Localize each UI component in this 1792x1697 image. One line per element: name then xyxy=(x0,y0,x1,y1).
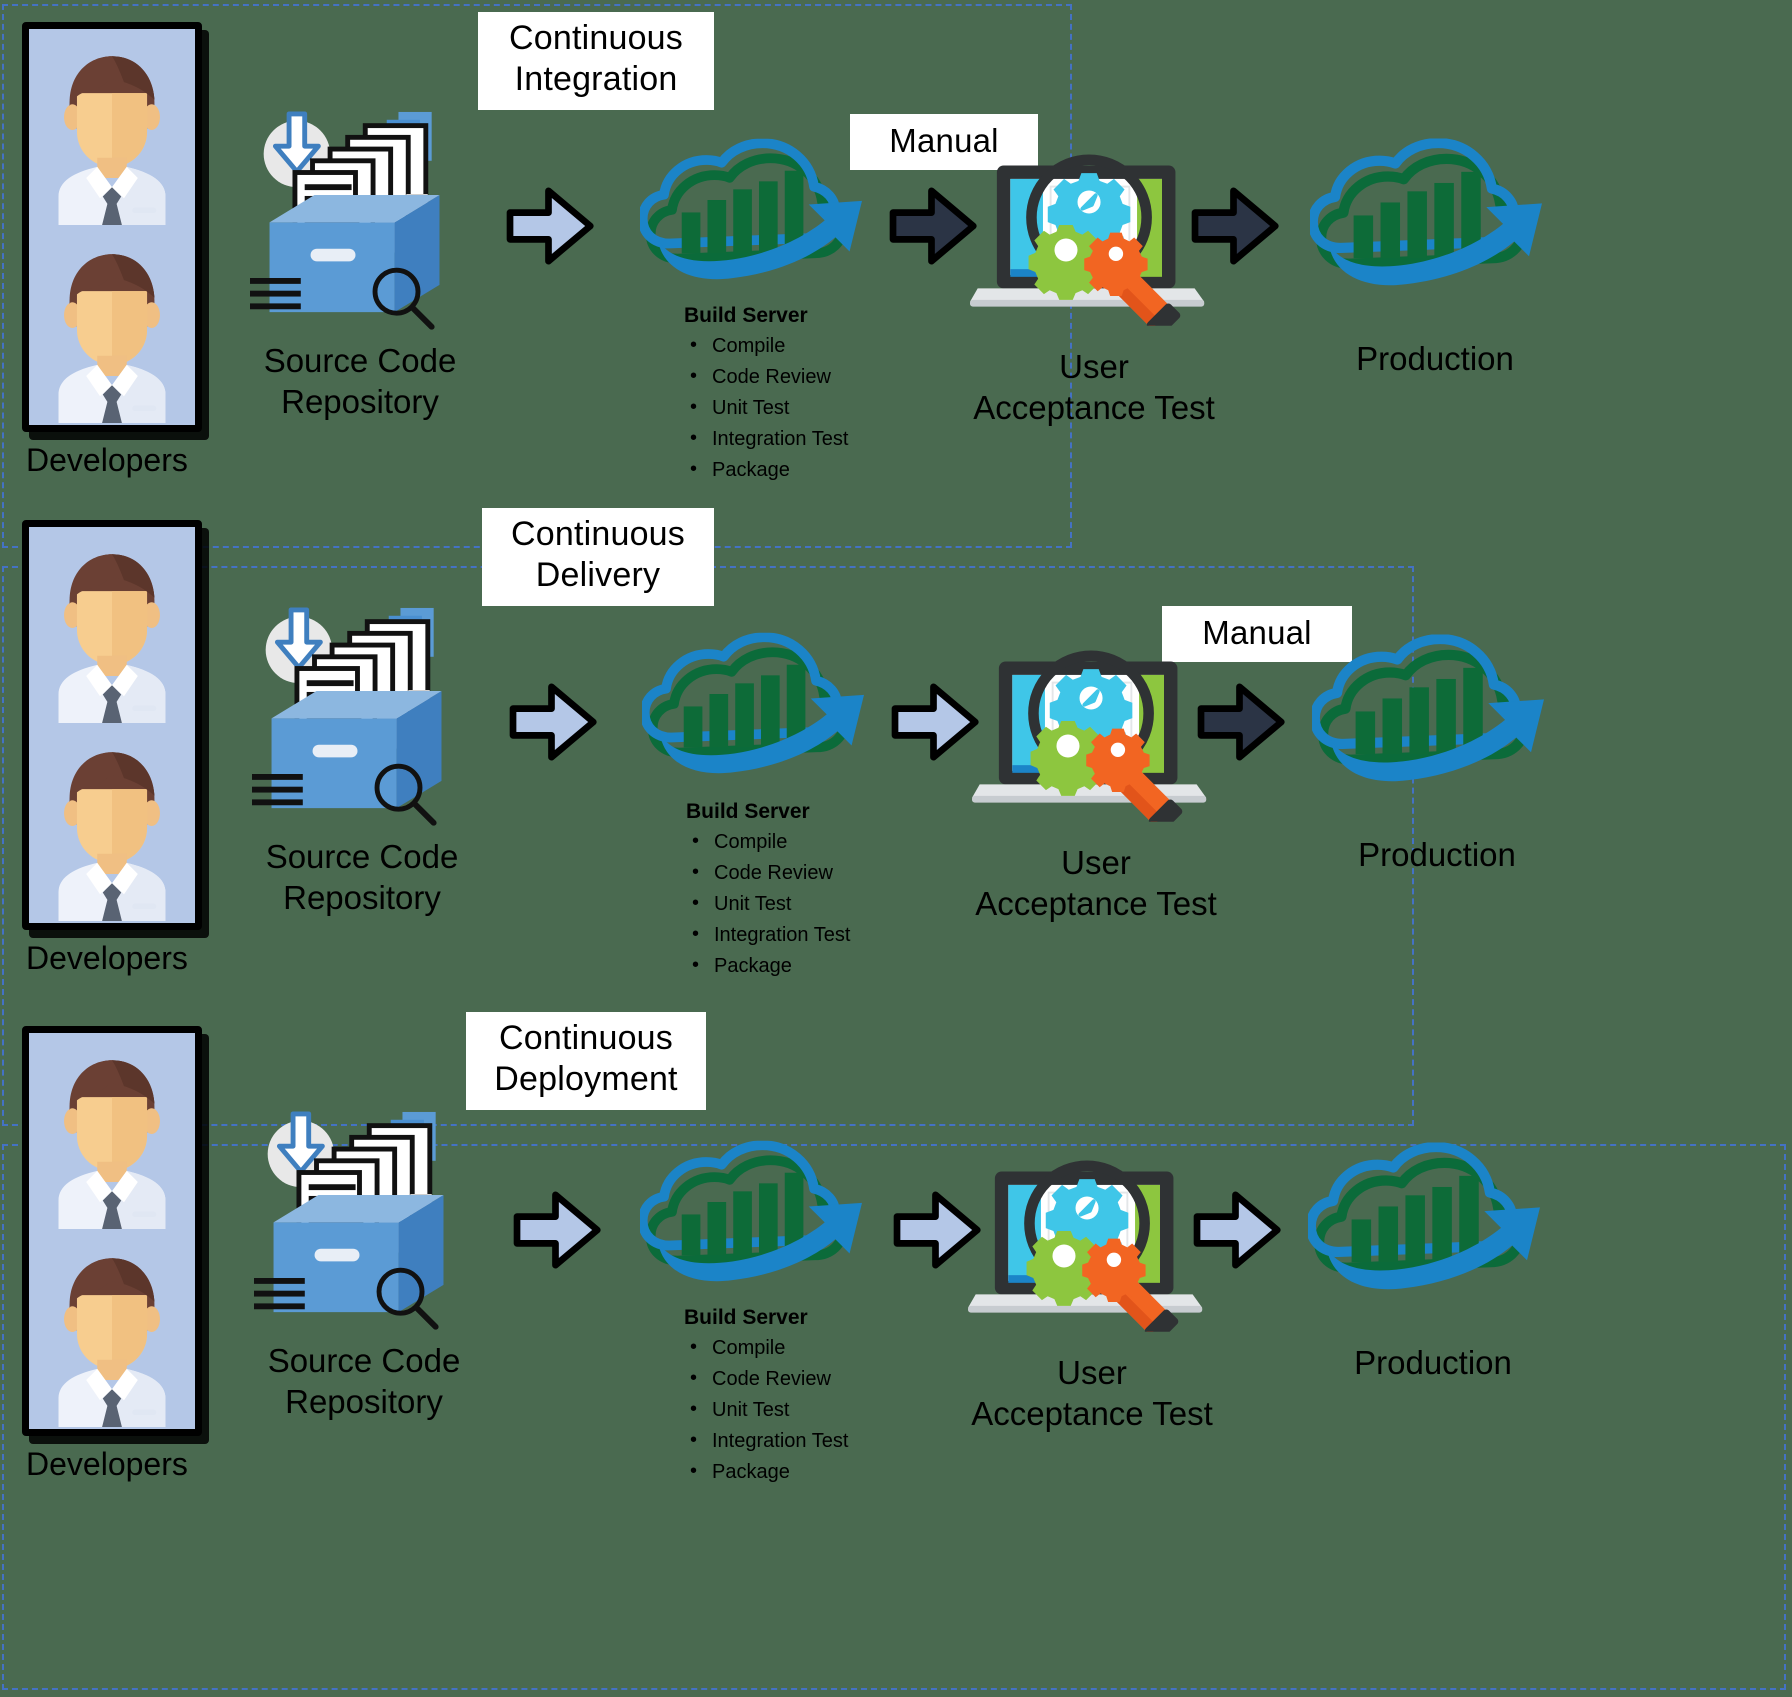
build-step: Package xyxy=(692,952,916,979)
arrow-uat-to-production-cdp xyxy=(1192,1188,1284,1272)
repository-label: Source Code Repository xyxy=(267,1342,461,1420)
uat-label: User Acceptance Test xyxy=(975,844,1217,922)
dark-arrow-icon xyxy=(888,184,980,268)
phase-label-continuous-deployment: Continuous Deployment xyxy=(466,1012,706,1110)
developer-card xyxy=(22,1026,202,1436)
developers-group-cdp: Developers xyxy=(22,1026,222,1483)
production-label: Production xyxy=(1358,836,1516,873)
cloud-production-icon xyxy=(1310,138,1542,292)
dark-arrow-icon xyxy=(1196,680,1288,764)
developer-avatar-icon xyxy=(29,1231,195,1429)
arrow-uat-to-production-ci xyxy=(1190,184,1282,268)
build-step: Integration Test xyxy=(690,425,914,452)
phase-label-continuous-integration: Continuous Integration xyxy=(478,12,714,110)
uat-label: User Acceptance Test xyxy=(971,1354,1213,1432)
node-source-code-repository-cdp: Source Code Repository xyxy=(254,1100,474,1422)
light-blue-arrow-icon xyxy=(890,680,982,764)
laptop-magnifier-gears-icon xyxy=(972,644,1212,822)
node-user-acceptance-test-ci: User Acceptance Test xyxy=(970,148,1218,428)
node-build-server-cdp xyxy=(640,1140,870,1288)
build-server-steps: Compile Code Review Unit Test Integratio… xyxy=(684,1334,914,1485)
build-step: Unit Test xyxy=(690,394,914,421)
build-server-title: Build Server xyxy=(684,1306,808,1329)
arrow-repo-to-build-cd xyxy=(508,680,600,764)
dark-arrow-icon xyxy=(1190,184,1282,268)
developers-caption: Developers xyxy=(26,1446,188,1482)
build-server-title: Build Server xyxy=(686,800,810,823)
build-step: Integration Test xyxy=(690,1427,914,1454)
arrow-repo-to-build-cdp xyxy=(512,1188,604,1272)
light-blue-arrow-icon xyxy=(508,680,600,764)
build-step: Code Review xyxy=(690,1365,914,1392)
node-user-acceptance-test-cdp: User Acceptance Test xyxy=(968,1154,1216,1434)
uat-label: User Acceptance Test xyxy=(973,348,1215,426)
node-build-server-ci xyxy=(640,138,870,286)
build-server-details-cdp: Build Server Compile Code Review Unit Te… xyxy=(684,1304,914,1490)
build-step: Compile xyxy=(690,332,914,359)
node-production-ci: Production xyxy=(1310,138,1560,379)
production-label: Production xyxy=(1356,340,1514,377)
developer-avatar-icon xyxy=(29,29,195,227)
node-source-code-repository-cd: Source Code Repository xyxy=(252,596,472,918)
laptop-magnifier-gears-icon xyxy=(968,1154,1208,1332)
node-production-cdp: Production xyxy=(1308,1142,1558,1383)
production-label: Production xyxy=(1354,1344,1512,1381)
node-production-cd: Production xyxy=(1312,634,1562,875)
arrow-repo-to-build-ci xyxy=(505,184,597,268)
build-server-details-cd: Build Server Compile Code Review Unit Te… xyxy=(686,798,916,984)
phase-label-continuous-delivery: Continuous Delivery xyxy=(482,508,714,606)
build-step: Compile xyxy=(692,828,916,855)
build-step: Package xyxy=(690,1458,914,1485)
build-server-steps: Compile Code Review Unit Test Integratio… xyxy=(686,828,916,979)
build-server-details-ci: Build Server Compile Code Review Unit Te… xyxy=(684,302,914,488)
diagram-canvas: Continuous Integration Manual Developers… xyxy=(0,0,1792,1697)
arrow-uat-to-production-cd xyxy=(1196,680,1288,764)
build-step: Compile xyxy=(690,1334,914,1361)
build-step: Code Review xyxy=(692,859,916,886)
node-user-acceptance-test-cd: User Acceptance Test xyxy=(972,644,1220,924)
developer-avatar-icon xyxy=(29,1033,195,1231)
developers-caption: Developers xyxy=(26,940,188,976)
light-blue-arrow-icon xyxy=(1192,1188,1284,1272)
build-step: Package xyxy=(690,456,914,483)
node-build-server-cd xyxy=(642,632,872,780)
cloud-production-icon xyxy=(1312,634,1544,788)
build-server-steps: Compile Code Review Unit Test Integratio… xyxy=(684,332,914,483)
developer-avatar-icon xyxy=(29,527,195,725)
repository-label: Source Code Repository xyxy=(265,838,459,916)
node-source-code-repository-ci: Source Code Repository xyxy=(250,100,470,422)
cloud-production-icon xyxy=(1308,1142,1540,1296)
arrow-build-to-uat-ci xyxy=(888,184,980,268)
developer-avatar-icon xyxy=(29,227,195,425)
build-step: Unit Test xyxy=(692,890,916,917)
source-code-repository-icon xyxy=(254,1100,464,1330)
build-step: Code Review xyxy=(690,363,914,390)
build-step: Integration Test xyxy=(692,921,916,948)
cloud-build-server-icon xyxy=(642,632,864,780)
repository-label: Source Code Repository xyxy=(263,342,457,420)
source-code-repository-icon xyxy=(250,100,460,330)
developers-caption: Developers xyxy=(26,442,188,478)
build-step: Unit Test xyxy=(690,1396,914,1423)
light-blue-arrow-icon xyxy=(512,1188,604,1272)
light-blue-arrow-icon xyxy=(505,184,597,268)
source-code-repository-icon xyxy=(252,596,462,826)
build-server-title: Build Server xyxy=(684,304,808,327)
developers-group-ci: Developers xyxy=(22,22,222,479)
cloud-build-server-icon xyxy=(640,1140,862,1288)
developer-card xyxy=(22,22,202,432)
laptop-magnifier-gears-icon xyxy=(970,148,1210,326)
developer-avatar-icon xyxy=(29,725,195,923)
cloud-build-server-icon xyxy=(640,138,862,286)
arrow-build-to-uat-cd xyxy=(890,680,982,764)
developer-card xyxy=(22,520,202,930)
developers-group-cd: Developers xyxy=(22,520,222,977)
